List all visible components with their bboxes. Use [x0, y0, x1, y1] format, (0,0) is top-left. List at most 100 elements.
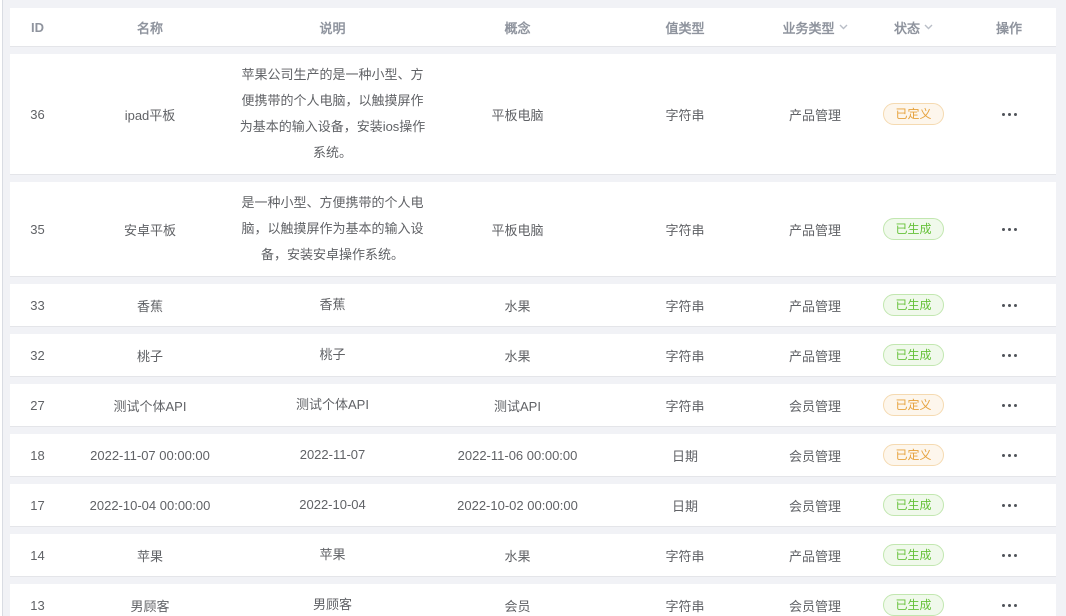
cell-description: 2022-11-07	[235, 434, 430, 476]
cell-business-type: 产品管理	[765, 534, 865, 576]
cell-concept: 水果	[430, 534, 605, 576]
cell-business-type: 会员管理	[765, 384, 865, 426]
more-actions-button[interactable]	[996, 348, 1022, 363]
status-badge: 已生成	[883, 494, 943, 516]
more-horizontal-icon	[1000, 404, 1018, 407]
status-badge: 已生成	[883, 594, 943, 616]
more-horizontal-icon	[1000, 354, 1018, 357]
chevron-down-icon	[839, 24, 848, 30]
column-header-status[interactable]: 状态	[865, 8, 962, 46]
cell-description: 男顾客	[235, 584, 430, 616]
left-divider	[0, 0, 3, 616]
column-header-value_type: 值类型	[605, 8, 765, 46]
more-actions-button[interactable]	[996, 598, 1022, 613]
cell-concept: 水果	[430, 334, 605, 376]
table-header-row: ID 名称 说明 概念 值类型 业务类型 状态 操作	[10, 8, 1056, 46]
column-header-label: 名称	[137, 18, 163, 37]
cell-status: 已生成	[865, 534, 962, 576]
cell-status: 已生成	[865, 334, 962, 376]
cell-value-type: 字符串	[605, 334, 765, 376]
status-badge: 已生成	[883, 218, 943, 240]
cell-name: 2022-10-04 00:00:00	[65, 484, 235, 526]
cell-status: 已生成	[865, 284, 962, 326]
more-actions-button[interactable]	[996, 222, 1022, 237]
table-row: 33 香蕉 香蕉 水果 字符串 产品管理 已生成	[10, 284, 1056, 326]
cell-name: 2022-11-07 00:00:00	[65, 434, 235, 476]
cell-status: 已生成	[865, 484, 962, 526]
more-horizontal-icon	[1000, 554, 1018, 557]
cell-business-type: 会员管理	[765, 484, 865, 526]
cell-concept: 水果	[430, 284, 605, 326]
column-header-desc: 说明	[235, 8, 430, 46]
table-row: 13 男顾客 男顾客 会员 字符串 会员管理 已生成	[10, 584, 1056, 616]
more-actions-button[interactable]	[996, 448, 1022, 463]
cell-value-type: 字符串	[605, 584, 765, 616]
more-horizontal-icon	[1000, 454, 1018, 457]
table-body: 36 ipad平板 苹果公司生产的是一种小型、方便携带的个人电脑，以触摸屏作为基…	[10, 54, 1056, 616]
cell-id: 14	[10, 534, 65, 576]
status-badge: 已生成	[883, 344, 943, 366]
glossary-page: ID 名称 说明 概念 值类型 业务类型 状态 操作 36 ipad平板 苹果公…	[0, 0, 1066, 616]
cell-value-type: 日期	[605, 484, 765, 526]
more-horizontal-icon	[1000, 228, 1018, 231]
cell-business-type: 产品管理	[765, 284, 865, 326]
more-horizontal-icon	[1000, 604, 1018, 607]
table-row: 14 苹果 苹果 水果 字符串 产品管理 已生成	[10, 534, 1056, 576]
more-actions-button[interactable]	[996, 548, 1022, 563]
table-container: ID 名称 说明 概念 值类型 业务类型 状态 操作 36 ipad平板 苹果公…	[10, 8, 1056, 616]
column-header-label: 值类型	[665, 18, 704, 37]
cell-name: ipad平板	[65, 54, 235, 174]
column-header-label: 业务类型	[782, 18, 834, 37]
cell-name: 测试个体API	[65, 384, 235, 426]
cell-value-type: 字符串	[605, 384, 765, 426]
cell-actions	[962, 484, 1056, 526]
more-actions-button[interactable]	[996, 398, 1022, 413]
more-actions-button[interactable]	[996, 107, 1022, 122]
cell-business-type: 会员管理	[765, 434, 865, 476]
column-header-biz_type[interactable]: 业务类型	[765, 8, 865, 46]
cell-name: 香蕉	[65, 284, 235, 326]
cell-status: 已定义	[865, 434, 962, 476]
cell-id: 36	[10, 54, 65, 174]
cell-id: 18	[10, 434, 65, 476]
cell-actions	[962, 534, 1056, 576]
cell-value-type: 字符串	[605, 54, 765, 174]
column-header-label: 状态	[894, 18, 920, 37]
cell-actions	[962, 434, 1056, 476]
cell-description: 2022-10-04	[235, 484, 430, 526]
cell-description: 是一种小型、方便携带的个人电脑，以触摸屏作为基本的输入设备，安装安卓操作系统。	[235, 182, 430, 276]
cell-actions	[962, 384, 1056, 426]
status-badge: 已生成	[883, 544, 943, 566]
more-actions-button[interactable]	[996, 298, 1022, 313]
cell-id: 17	[10, 484, 65, 526]
cell-description: 桃子	[235, 334, 430, 376]
cell-value-type: 日期	[605, 434, 765, 476]
more-horizontal-icon	[1000, 304, 1018, 307]
table-row: 36 ipad平板 苹果公司生产的是一种小型、方便携带的个人电脑，以触摸屏作为基…	[10, 54, 1056, 174]
cell-id: 13	[10, 584, 65, 616]
cell-concept: 2022-10-02 00:00:00	[430, 484, 605, 526]
cell-concept: 会员	[430, 584, 605, 616]
cell-id: 33	[10, 284, 65, 326]
cell-business-type: 会员管理	[765, 584, 865, 616]
table-row: 32 桃子 桃子 水果 字符串 产品管理 已生成	[10, 334, 1056, 376]
cell-actions	[962, 182, 1056, 276]
column-header-label: ID	[31, 20, 44, 35]
cell-status: 已生成	[865, 182, 962, 276]
cell-value-type: 字符串	[605, 284, 765, 326]
table-row: 17 2022-10-04 00:00:00 2022-10-04 2022-1…	[10, 484, 1056, 526]
cell-id: 35	[10, 182, 65, 276]
cell-name: 桃子	[65, 334, 235, 376]
cell-actions	[962, 284, 1056, 326]
table-row: 18 2022-11-07 00:00:00 2022-11-07 2022-1…	[10, 434, 1056, 476]
cell-business-type: 产品管理	[765, 182, 865, 276]
column-header-label: 说明	[319, 18, 345, 37]
more-actions-button[interactable]	[996, 498, 1022, 513]
cell-actions	[962, 54, 1056, 174]
more-horizontal-icon	[1000, 113, 1018, 116]
status-badge: 已生成	[883, 294, 943, 316]
column-header-action: 操作	[962, 8, 1056, 46]
cell-description: 苹果	[235, 534, 430, 576]
cell-actions	[962, 584, 1056, 616]
cell-value-type: 字符串	[605, 182, 765, 276]
